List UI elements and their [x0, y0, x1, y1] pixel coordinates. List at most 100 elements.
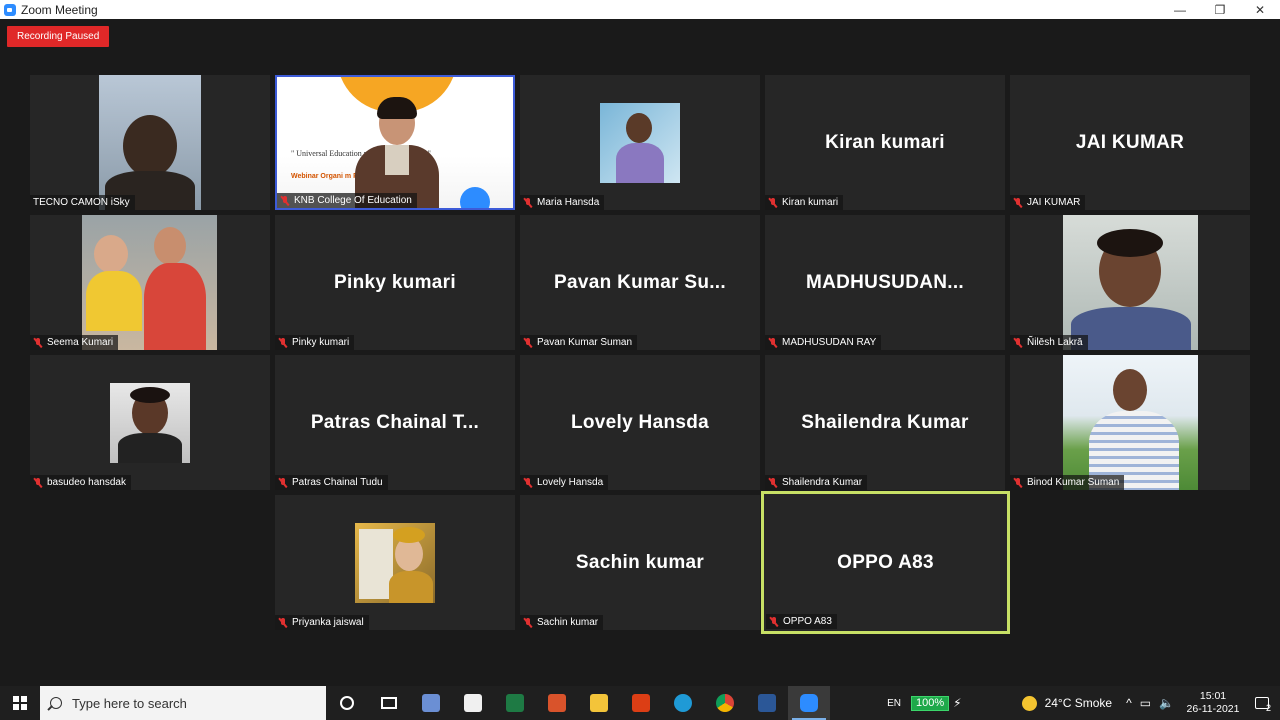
shared-slide: " Universal Education nstitution's manda…	[277, 77, 513, 208]
participant-name-label: JAI KUMAR	[1010, 195, 1086, 210]
participant-display-name: Kiran kumari	[825, 131, 945, 153]
mic-muted-icon	[768, 337, 778, 348]
participant-display-name: Pinky kumari	[334, 271, 456, 293]
participant-tile-jai[interactable]: JAI KUMAR JAI KUMAR	[1010, 75, 1250, 210]
store-icon	[464, 694, 482, 712]
participant-name-label: Shailendra Kumar	[765, 475, 868, 490]
mic-muted-icon	[278, 617, 288, 628]
mic-muted-icon	[33, 337, 43, 348]
clock-date: 26-11-2021	[1186, 703, 1240, 715]
weather-icon	[1021, 695, 1037, 711]
participant-tile-kiran[interactable]: Kiran kumari Kiran kumari	[765, 75, 1005, 210]
taskbar-search-box[interactable]: Type here to search	[40, 686, 326, 720]
title-bar: Zoom Meeting — ❐ ✕	[0, 0, 1280, 19]
participant-name-label: basudeo hansdak	[30, 475, 131, 490]
edge-icon	[674, 694, 692, 712]
participant-name-label: OPPO A83	[766, 614, 837, 629]
battery-tray-icon[interactable]: ▭	[1140, 696, 1151, 710]
participant-tile-maria[interactable]: Maria Hansda	[520, 75, 760, 210]
profile-photo	[600, 103, 680, 183]
participant-name-label: Maria Hansda	[520, 195, 605, 210]
taskbar-zoom[interactable]	[788, 686, 830, 720]
mic-muted-icon	[523, 617, 533, 628]
taskbar-store[interactable]	[452, 686, 494, 720]
office-icon	[632, 694, 650, 712]
participant-tile-shailendra[interactable]: Shailendra Kumar Shailendra Kumar	[765, 355, 1005, 490]
mic-muted-icon	[523, 337, 533, 348]
mic-muted-icon	[523, 197, 533, 208]
participant-tile-lovely[interactable]: Lovely Hansda Lovely Hansda	[520, 355, 760, 490]
participant-tile-madhusudan[interactable]: MADHUSUDAN... MADHUSUDAN RAY	[765, 215, 1005, 350]
clock-time: 15:01	[1199, 690, 1227, 702]
cortana-button[interactable]	[326, 686, 368, 720]
taskbar-file-explorer[interactable]	[578, 686, 620, 720]
mic-muted-icon	[280, 195, 290, 206]
participant-tile-binod[interactable]: Binod Kumar Suman	[1010, 355, 1250, 490]
zoom-app-icon	[4, 3, 16, 16]
participant-tile-knb[interactable]: " Universal Education nstitution's manda…	[275, 75, 515, 210]
taskbar-edge[interactable]	[662, 686, 704, 720]
participant-tile-oppo-active-speaker[interactable]: OPPO A83 OPPO A83	[761, 491, 1010, 634]
participant-name-label: TECNO CAMON iSky	[30, 195, 135, 210]
mic-muted-icon	[523, 477, 533, 488]
profile-photo	[82, 215, 217, 350]
mic-muted-icon	[1013, 477, 1023, 488]
participant-display-name: OPPO A83	[837, 551, 934, 573]
recording-paused-badge[interactable]: Recording Paused	[7, 26, 110, 47]
taskbar-office[interactable]	[620, 686, 662, 720]
participant-tile-nilesh[interactable]: Ñilēsh Lakrā	[1010, 215, 1250, 350]
taskbar-app-1[interactable]	[410, 686, 452, 720]
participant-name-label: Lovely Hansda	[520, 475, 609, 490]
taskbar-app-red[interactable]	[536, 686, 578, 720]
participant-tile-pinky[interactable]: Pinky kumari Pinky kumari	[275, 215, 515, 350]
mic-muted-icon	[769, 616, 779, 627]
task-view-button[interactable]	[368, 686, 410, 720]
maximize-button[interactable]: ❐	[1200, 0, 1240, 19]
minimize-button[interactable]: —	[1160, 0, 1200, 19]
battery-indicator[interactable]: 100%	[910, 695, 950, 711]
system-tray: EN 100% ⚡ 24°C Smoke ^ ▭ 🔈 15:01 26-11-2…	[887, 686, 1280, 720]
participant-tile-basudeo[interactable]: basudeo hansdak	[30, 355, 270, 490]
participant-name-label: Pinky kumari	[275, 335, 355, 350]
notification-center-button[interactable]: 2	[1244, 697, 1280, 713]
windows-logo-icon	[13, 696, 27, 710]
participant-tile-tecno[interactable]: TECNO CAMON iSky	[30, 75, 270, 210]
taskbar-excel[interactable]	[494, 686, 536, 720]
start-button[interactable]	[0, 686, 40, 720]
profile-photo	[1063, 355, 1198, 490]
participant-name-label: Kiran kumari	[765, 195, 844, 210]
participant-name-label: Binod Kumar Suman	[1010, 475, 1125, 490]
participant-display-name: Lovely Hansda	[570, 411, 709, 433]
mic-muted-icon	[768, 197, 778, 208]
participant-tile-seema[interactable]: Seema Kumari	[30, 215, 270, 350]
window-title: Zoom Meeting	[21, 2, 98, 17]
mic-muted-icon	[768, 477, 778, 488]
participant-display-name: Patras Chainal T...	[310, 411, 480, 433]
cortana-icon	[340, 696, 354, 710]
plug-icon: ⚡	[953, 696, 962, 710]
weather-text[interactable]: 24°C Smoke	[1045, 696, 1113, 710]
participant-name-label: Patras Chainal Tudu	[275, 475, 388, 490]
profile-photo	[355, 523, 435, 603]
chrome-icon	[716, 694, 734, 712]
participant-name-label: Seema Kumari	[30, 335, 119, 350]
mic-muted-icon	[1013, 197, 1023, 208]
mic-muted-icon	[278, 337, 288, 348]
chevron-up-icon[interactable]: ^	[1126, 696, 1132, 710]
participant-tile-patras[interactable]: Patras Chainal T... Patras Chainal Tudu	[275, 355, 515, 490]
volume-icon[interactable]: 🔈	[1159, 696, 1174, 710]
participant-video	[99, 75, 201, 210]
participant-tile-priyanka[interactable]: Priyanka jaiswal	[275, 495, 515, 630]
taskbar-clock[interactable]: 15:01 26-11-2021	[1182, 690, 1244, 716]
participant-name-label: MADHUSUDAN RAY	[765, 335, 882, 350]
taskbar-word[interactable]	[746, 686, 788, 720]
zoom-logo-icon	[460, 187, 490, 208]
participant-tile-pavan[interactable]: Pavan Kumar Su... Pavan Kumar Suman	[520, 215, 760, 350]
participant-tile-sachin[interactable]: Sachin kumar Sachin kumar	[520, 495, 760, 630]
notification-count: 2	[1265, 703, 1271, 713]
taskbar-chrome[interactable]	[704, 686, 746, 720]
mic-muted-icon	[278, 477, 288, 488]
language-indicator[interactable]: EN	[887, 698, 901, 709]
participant-display-name: Pavan Kumar Su...	[554, 271, 726, 293]
close-button[interactable]: ✕	[1240, 0, 1280, 19]
